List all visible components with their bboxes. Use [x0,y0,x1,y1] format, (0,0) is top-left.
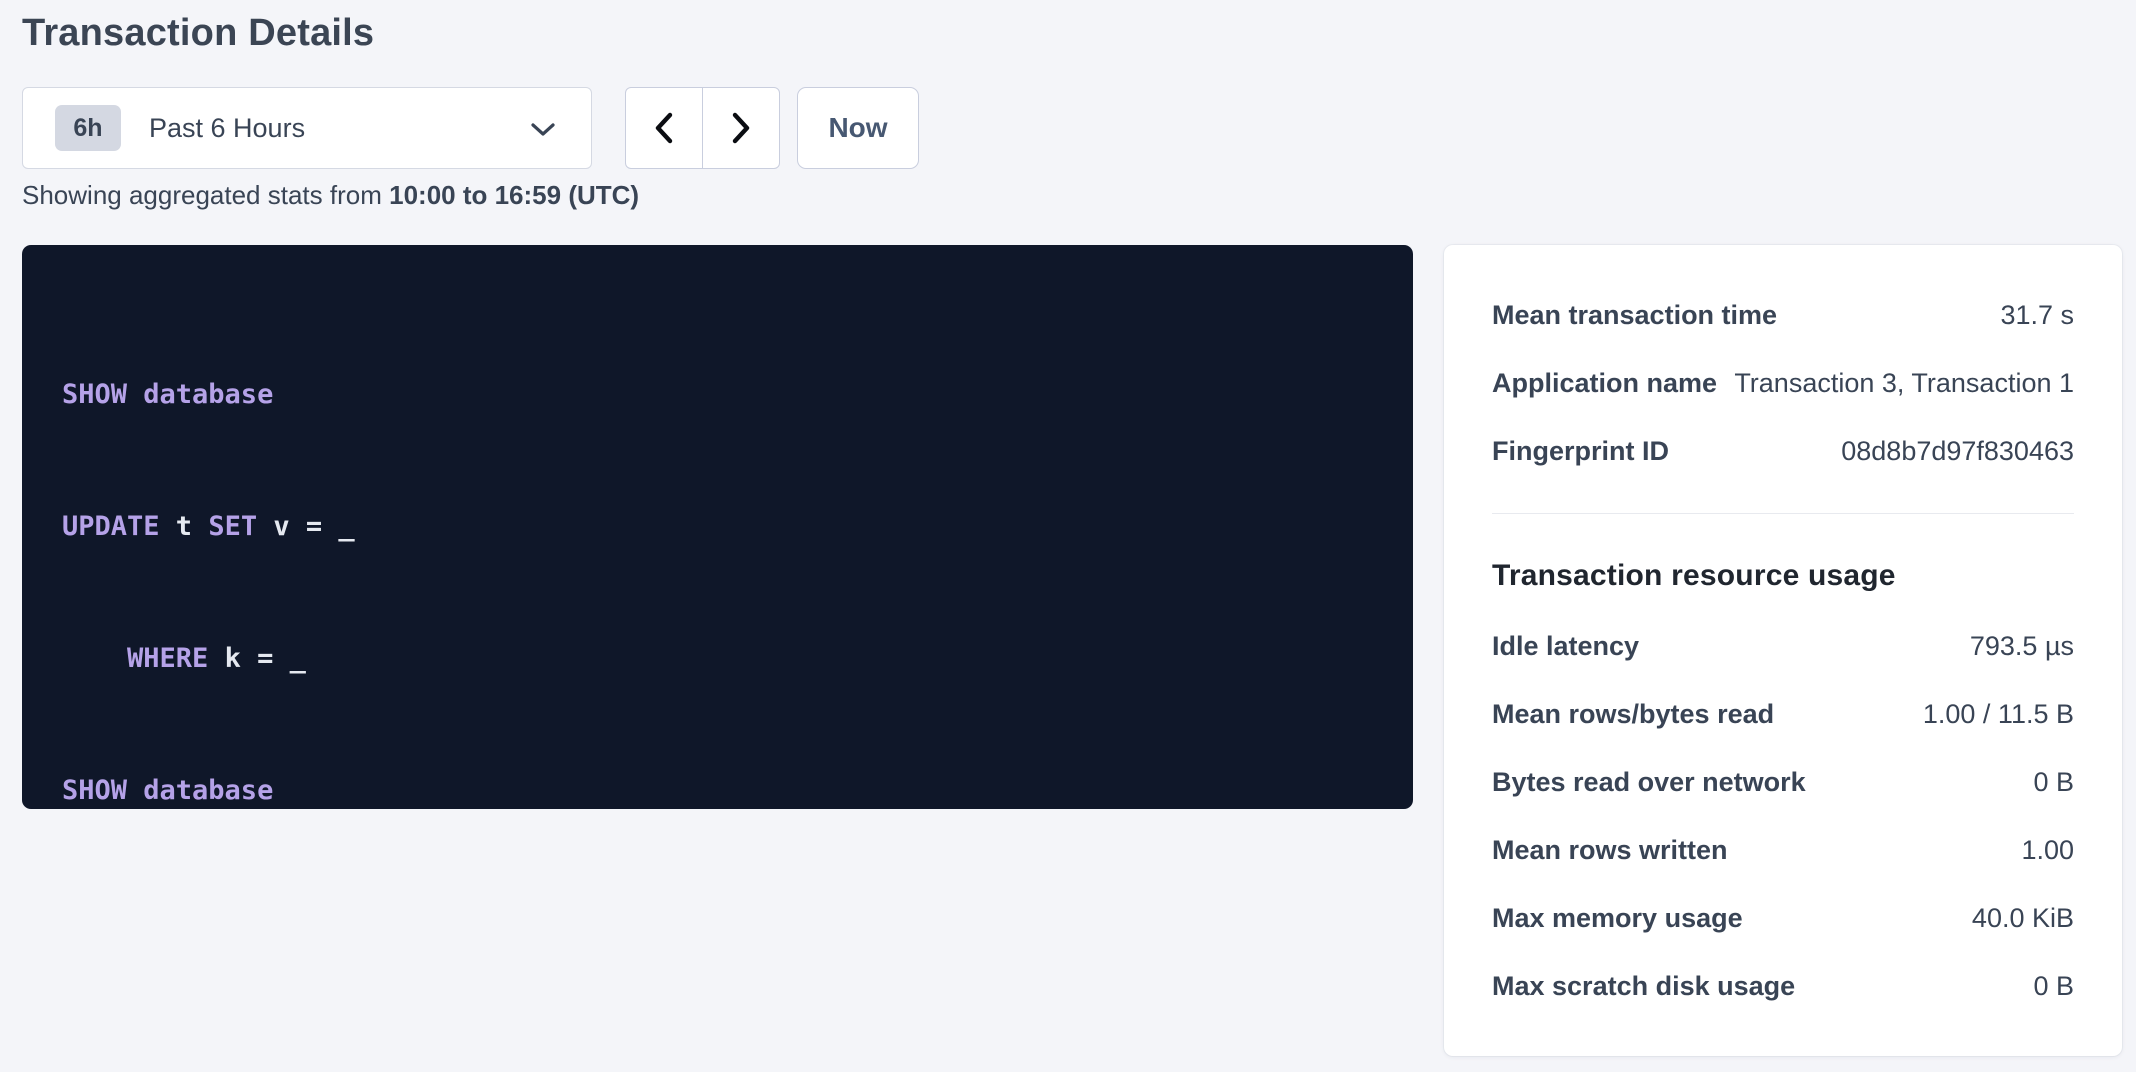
stat-row-idle-latency: Idle latency 793.5 µs [1492,612,2074,680]
sql-token: v = _ [257,511,355,542]
sql-line: SHOW database [62,769,1373,813]
stat-row-max-memory-usage: Max memory usage 40.0 KiB [1492,884,2074,952]
stat-label: Idle latency [1492,631,1639,662]
chevron-left-icon [652,111,676,145]
stat-label: Mean rows/bytes read [1492,699,1774,730]
page-title: Transaction Details [22,12,374,55]
stat-row-max-scratch-disk-usage: Max scratch disk usage 0 B [1492,952,2074,1020]
stat-value: 0 B [2033,767,2074,798]
stat-label: Mean transaction time [1492,300,1777,331]
resource-usage-heading: Transaction resource usage [1492,540,2074,612]
stat-row-bytes-read-over-network: Bytes read over network 0 B [1492,748,2074,816]
now-button[interactable]: Now [797,87,919,169]
stat-label: Fingerprint ID [1492,436,1669,467]
sql-token: UPDATE [62,511,160,542]
sql-token: SET [208,511,257,542]
stat-value: 1.00 / 11.5 B [1923,699,2074,730]
stat-label: Max scratch disk usage [1492,971,1795,1002]
chevron-down-icon [529,121,557,139]
transaction-details-page: Transaction Details 6h Past 6 Hours Now … [0,0,2136,1072]
stat-label: Mean rows written [1492,835,1728,866]
stat-label: Application name [1492,368,1717,399]
stat-row-fingerprint-id: Fingerprint ID 08d8b7d97f830463 [1492,417,2074,485]
time-range-label: Past 6 Hours [149,113,305,144]
stat-value: 1.00 [2021,835,2074,866]
stat-row-application-name: Application name Transaction 3, Transact… [1492,349,2074,417]
sql-token: k = _ [208,643,306,674]
stat-row-mean-rows-written: Mean rows written 1.00 [1492,816,2074,884]
sql-token: t [160,511,209,542]
next-time-button[interactable] [702,87,780,169]
time-window-summary-prefix: Showing aggregated stats from [22,180,389,210]
time-window-summary-range: 10:00 to 16:59 (UTC) [389,180,639,210]
sql-token: SHOW database [62,775,273,806]
time-window-summary: Showing aggregated stats from 10:00 to 1… [22,180,639,211]
stat-row-mean-transaction-time: Mean transaction time 31.7 s [1492,281,2074,349]
sql-line: WHERE k = _ [62,637,1373,681]
stat-value: 40.0 KiB [1972,903,2074,934]
sql-line: UPDATE t SET v = _ [62,505,1373,549]
sql-statement-box: SHOW database UPDATE t SET v = _ WHERE k… [22,245,1413,809]
stat-value: 0 B [2033,971,2074,1002]
stat-value: Transaction 3, Transaction 1 [1734,368,2074,399]
stat-label: Bytes read over network [1492,767,1806,798]
transaction-stats-panel: Mean transaction time 31.7 s Application… [1444,245,2122,1056]
sql-token: SHOW database [62,379,273,410]
previous-time-button[interactable] [625,87,703,169]
sql-token [62,643,127,674]
stat-value: 08d8b7d97f830463 [1841,436,2074,467]
stat-value: 793.5 µs [1970,631,2074,662]
stat-value: 31.7 s [2000,300,2074,331]
stat-row-mean-rows-bytes-read: Mean rows/bytes read 1.00 / 11.5 B [1492,680,2074,748]
stat-label: Max memory usage [1492,903,1743,934]
time-range-dropdown[interactable]: 6h Past 6 Hours [22,87,592,169]
time-shift-button-group [625,87,780,169]
time-range-badge: 6h [55,105,121,151]
sql-token: WHERE [127,643,208,674]
chevron-right-icon [729,111,753,145]
sql-line: SHOW database [62,373,1373,417]
panel-divider [1492,513,2074,514]
